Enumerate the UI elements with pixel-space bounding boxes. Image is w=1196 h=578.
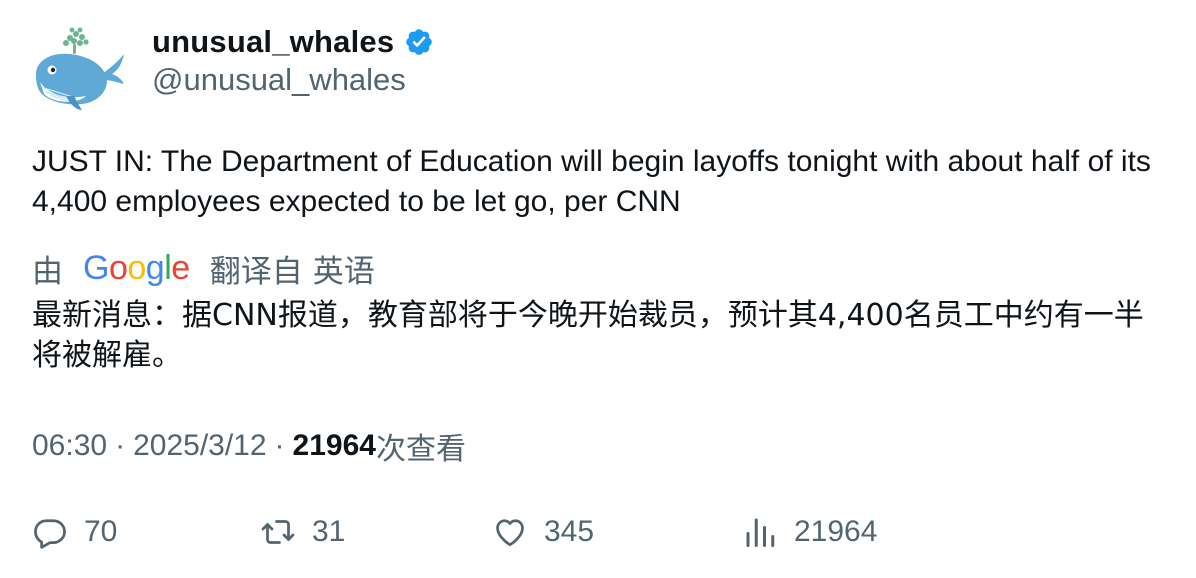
tweet-text: JUST IN: The Department of Education wil… bbox=[32, 145, 1151, 218]
views-count: 21964 bbox=[292, 429, 376, 462]
google-logo-letter: g bbox=[145, 248, 165, 287]
translation-by-label: 由 bbox=[32, 253, 63, 290]
tweet-time[interactable]: 06:30 bbox=[32, 429, 107, 463]
tweet-meta: 06:30 · 2025/3/12 · 21964 次查看 bbox=[32, 424, 466, 468]
google-logo-letter: G bbox=[83, 248, 109, 287]
translated-text: 最新消息：据CNN报道，教育部将于今晚开始裁员，预计其4,400名员工中约有一半… bbox=[32, 298, 1144, 373]
author-display-name[interactable]: unusual_whales bbox=[152, 24, 394, 60]
whale-icon[interactable] bbox=[30, 24, 126, 114]
google-logo-letter: l bbox=[164, 248, 172, 287]
author-name-row: unusual_whales bbox=[152, 24, 434, 60]
like-button[interactable]: 345 bbox=[492, 510, 594, 554]
tweet-card: unusual_whales @unusual_whales JUST IN: … bbox=[0, 0, 1196, 578]
retweet-button[interactable]: 31 bbox=[260, 510, 345, 554]
google-logo[interactable]: G o o g l e bbox=[83, 249, 190, 288]
retweet-count: 31 bbox=[312, 515, 346, 548]
action-bar: 70 31 345 21964 bbox=[32, 510, 1172, 554]
translated-from-label: 翻译自 bbox=[209, 253, 303, 290]
google-logo-letter: e bbox=[171, 248, 190, 287]
google-logo-letter: o bbox=[108, 248, 128, 287]
source-language: 英语 bbox=[312, 253, 375, 290]
verified-badge-icon[interactable] bbox=[404, 27, 434, 57]
reply-count: 70 bbox=[84, 515, 118, 548]
meta-separator: · bbox=[115, 429, 126, 462]
analytics-bar-icon bbox=[746, 518, 775, 547]
reply-icon bbox=[34, 519, 66, 549]
retweet-icon bbox=[261, 520, 295, 544]
tweet-date[interactable]: 2025/3/12 bbox=[133, 429, 266, 463]
like-count: 345 bbox=[544, 515, 595, 548]
translation-attribution: 由 G o o g l e 翻译自 英语 bbox=[32, 247, 375, 290]
heart-icon bbox=[496, 519, 524, 547]
author-handle[interactable]: @unusual_whales bbox=[152, 62, 406, 98]
views-label: 次查看 bbox=[375, 432, 466, 467]
views-button[interactable]: 21964 bbox=[742, 510, 877, 554]
views-count-action: 21964 bbox=[794, 515, 878, 548]
meta-separator: · bbox=[274, 429, 285, 462]
reply-button[interactable]: 70 bbox=[32, 510, 117, 554]
google-logo-letter: o bbox=[127, 248, 146, 287]
avatar bbox=[36, 27, 124, 110]
